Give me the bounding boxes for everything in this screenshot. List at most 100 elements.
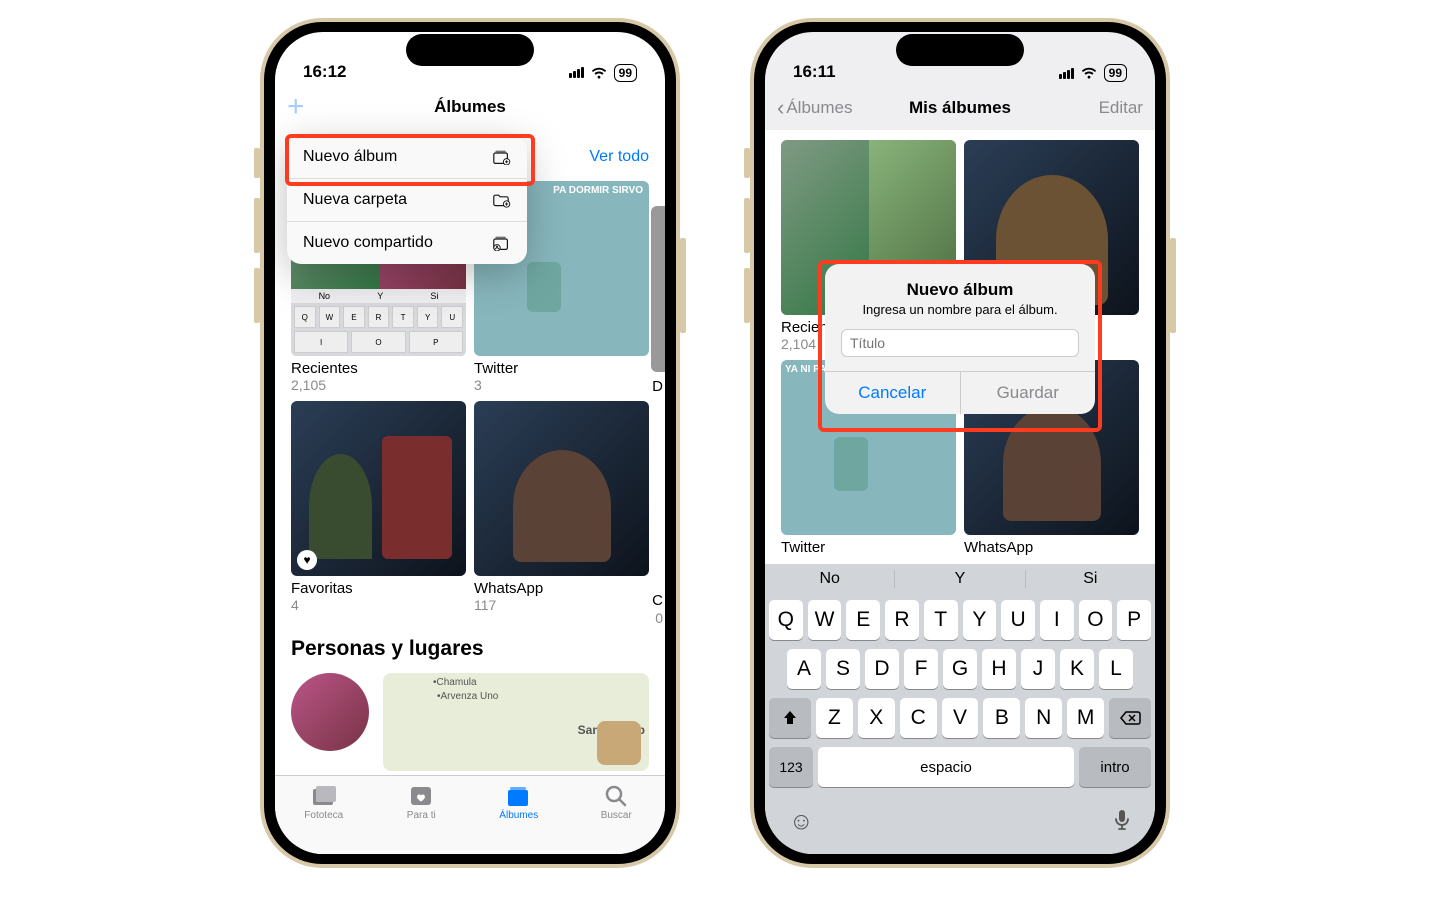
see-all-link[interactable]: Ver todo	[589, 148, 649, 166]
back-button[interactable]: ‹Álbumes	[777, 95, 857, 121]
tab-para-ti[interactable]: Para ti	[373, 776, 471, 854]
key[interactable]: X	[858, 698, 895, 738]
album-name: Twitter	[474, 360, 649, 377]
albums-icon	[506, 784, 532, 808]
album-count: 117	[474, 597, 649, 613]
alert-subtitle: Ingresa un nombre para el álbum.	[825, 302, 1095, 317]
album-name: Favoritas	[291, 580, 466, 597]
albums-content: Recien 2,104 YA NI PAR	[765, 130, 1155, 564]
key[interactable]: L	[1099, 649, 1133, 689]
persons-places-row: •Chamula •Arvenza Uno San Cristób	[275, 669, 665, 775]
cancel-button[interactable]: Cancelar	[825, 372, 961, 414]
key[interactable]: K	[1060, 649, 1094, 689]
key[interactable]: C	[900, 698, 937, 738]
album-count: 4	[291, 597, 466, 613]
search-icon	[605, 784, 627, 808]
album-plus-icon	[491, 149, 511, 165]
edit-button[interactable]: Editar	[1063, 98, 1143, 118]
key[interactable]: R	[885, 600, 919, 640]
key[interactable]: T	[924, 600, 958, 640]
key[interactable]: M	[1067, 698, 1104, 738]
tab-albumes[interactable]: Álbumes	[470, 776, 568, 854]
return-key[interactable]: intro	[1079, 747, 1151, 787]
key[interactable]: J	[1021, 649, 1055, 689]
wifi-icon	[1080, 66, 1098, 80]
folder-plus-icon	[491, 192, 511, 208]
key[interactable]: O	[1079, 600, 1113, 640]
menu-nueva-carpeta[interactable]: Nueva carpeta	[287, 179, 527, 222]
persons-places-title: Personas y lugares	[291, 637, 484, 661]
phone-right: 16:11 99 ‹Álbumes Mis álbumes Editar	[750, 18, 1170, 868]
phone-left: 16:12 99 + Álbumes . Ve	[260, 18, 680, 868]
suggestion[interactable]: Y	[895, 570, 1025, 588]
dynamic-island	[406, 34, 534, 66]
numbers-key[interactable]: 123	[769, 747, 813, 787]
backspace-key[interactable]	[1109, 698, 1151, 738]
menu-nuevo-album[interactable]: Nuevo álbum	[287, 136, 527, 179]
key[interactable]: Q	[769, 600, 803, 640]
album-whatsapp[interactable]: WhatsApp 117	[470, 397, 653, 617]
keyboard: Q W E R T Y U I O P A S D	[765, 594, 1155, 800]
key[interactable]: W	[808, 600, 842, 640]
places-map[interactable]: •Chamula •Arvenza Uno San Cristób	[383, 673, 649, 771]
key[interactable]: I	[1040, 600, 1074, 640]
key[interactable]: A	[787, 649, 821, 689]
key[interactable]: B	[983, 698, 1020, 738]
add-menu-popup: Nuevo álbum Nueva carpeta Nuevo comparti…	[287, 136, 527, 264]
photos-icon	[311, 784, 337, 808]
key[interactable]: Z	[816, 698, 853, 738]
album-name: WhatsApp	[474, 580, 649, 597]
key[interactable]: U	[1001, 600, 1035, 640]
suggestion[interactable]: Si	[1026, 570, 1155, 588]
wifi-icon	[590, 66, 608, 80]
tab-bar: Fototeca Para ti Álbumes	[275, 775, 665, 854]
album-name: Recientes	[291, 360, 466, 377]
nav-title: Mis álbumes	[909, 98, 1011, 118]
status-time: 16:11	[793, 62, 836, 82]
key[interactable]: D	[865, 649, 899, 689]
album-edge-count: 0	[655, 610, 663, 626]
new-album-alert: Nuevo álbum Ingresa un nombre para el ál…	[825, 264, 1095, 414]
album-edge-name2: C	[652, 592, 663, 609]
cell-signal-icon	[1059, 68, 1074, 79]
battery-indicator: 99	[1104, 64, 1127, 82]
suggestion[interactable]: No	[765, 570, 895, 588]
key[interactable]: F	[904, 649, 938, 689]
key[interactable]: N	[1025, 698, 1062, 738]
dynamic-island	[896, 34, 1024, 66]
key[interactable]: V	[942, 698, 979, 738]
for-you-icon	[409, 784, 433, 808]
battery-indicator: 99	[614, 64, 637, 82]
album-favoritas[interactable]: ♥ Favoritas 4	[287, 397, 470, 617]
tab-fototeca[interactable]: Fototeca	[275, 776, 373, 854]
key[interactable]: Y	[963, 600, 997, 640]
nav-bar: + Álbumes	[275, 86, 665, 130]
shared-album-icon	[491, 235, 511, 251]
menu-nuevo-compartido[interactable]: Nuevo compartido	[287, 222, 527, 264]
emoji-key[interactable]: ☺	[789, 808, 814, 836]
key[interactable]: E	[846, 600, 880, 640]
status-time: 16:12	[303, 62, 346, 82]
save-button[interactable]: Guardar	[961, 372, 1096, 414]
nav-bar: ‹Álbumes Mis álbumes Editar	[765, 86, 1155, 130]
tab-buscar[interactable]: Buscar	[568, 776, 666, 854]
cell-signal-icon	[569, 67, 584, 78]
keyboard-suggestions: No Y Si	[765, 564, 1155, 594]
album-edge[interactable]	[651, 206, 665, 372]
key[interactable]: H	[982, 649, 1016, 689]
key[interactable]: G	[943, 649, 977, 689]
heart-icon: ♥	[297, 550, 317, 570]
shift-key[interactable]	[769, 698, 811, 738]
space-key[interactable]: espacio	[818, 747, 1074, 787]
key[interactable]: P	[1117, 600, 1151, 640]
person-avatar[interactable]	[291, 673, 369, 751]
dictation-key[interactable]	[1113, 808, 1131, 836]
album-count: 2,105	[291, 377, 466, 393]
album-title-input[interactable]	[841, 329, 1079, 357]
nav-title: Álbumes	[434, 97, 506, 117]
add-button[interactable]: +	[287, 97, 305, 117]
alert-title: Nuevo álbum	[825, 280, 1095, 300]
album-edge-name: D	[652, 378, 663, 395]
album-count: 3	[474, 377, 649, 393]
key[interactable]: S	[826, 649, 860, 689]
